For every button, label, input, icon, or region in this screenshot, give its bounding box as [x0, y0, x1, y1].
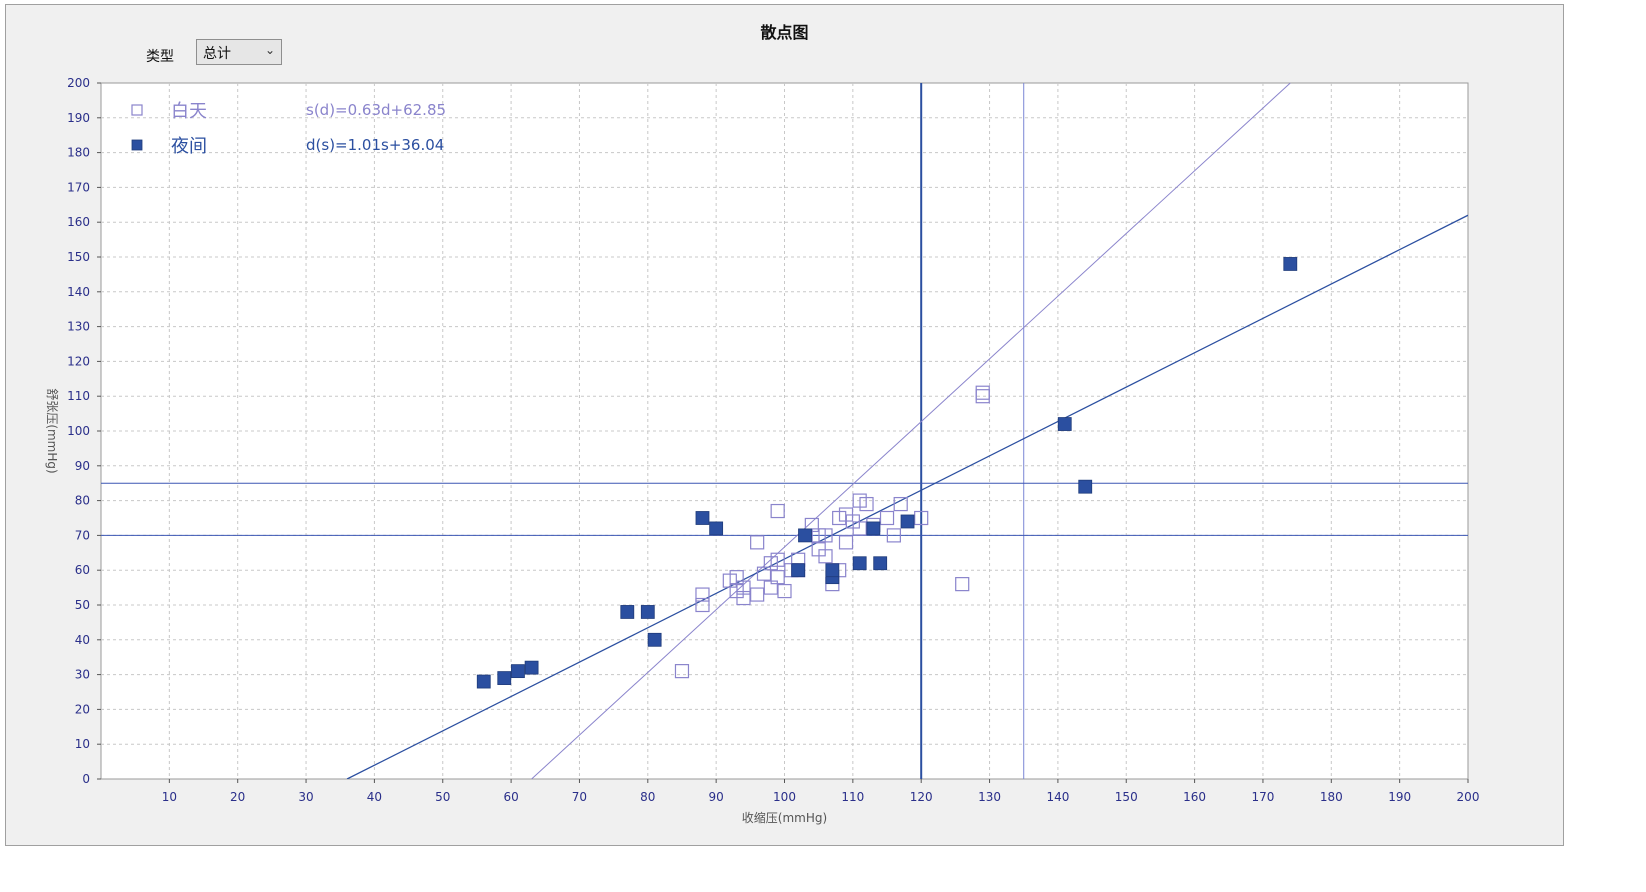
- y-tick-label: 150: [67, 250, 90, 264]
- data-point-night: [1078, 479, 1093, 494]
- y-tick-label: 20: [75, 702, 90, 716]
- x-tick-label: 140: [1046, 790, 1069, 804]
- data-point-night: [791, 563, 806, 578]
- y-tick-label: 10: [75, 737, 90, 751]
- y-tick-label: 70: [75, 528, 90, 542]
- x-axis-label: 收缩压(mmHg): [742, 810, 827, 825]
- y-tick-label: 110: [67, 389, 90, 403]
- legend-equation: d(s)=1.01s+36.04: [306, 136, 444, 154]
- y-tick-label: 100: [67, 424, 90, 438]
- data-point-night: [798, 528, 812, 543]
- y-tick-label: 200: [67, 76, 90, 90]
- data-point-night: [695, 511, 710, 525]
- x-tick-label: 110: [841, 790, 864, 804]
- x-tick-label: 100: [773, 790, 796, 804]
- data-point-night: [647, 632, 662, 647]
- y-tick-label: 40: [75, 633, 90, 647]
- x-tick-label: 80: [640, 790, 655, 804]
- x-tick-label: 150: [1115, 790, 1138, 804]
- x-tick-label: 10: [162, 790, 177, 804]
- x-tick-label: 90: [709, 790, 724, 804]
- x-tick-label: 180: [1320, 790, 1343, 804]
- y-tick-label: 190: [67, 111, 90, 125]
- data-point-night: [524, 660, 539, 675]
- data-point-night: [497, 671, 512, 685]
- scatter-window: 散点图 类型 总计 ⌄ 10 20 30 40 50 60 70 80 90 100 110 120 1…: [5, 4, 1564, 846]
- x-tick-label: 60: [503, 790, 518, 804]
- x-tick-label: 30: [298, 790, 313, 804]
- data-point-night: [825, 563, 840, 578]
- data-point-night: [873, 556, 888, 571]
- y-tick-label: 140: [67, 285, 90, 299]
- x-tick-label: 160: [1183, 790, 1206, 804]
- data-point-night: [1057, 417, 1072, 431]
- legend-series-name: 夜间: [171, 136, 207, 157]
- y-tick-label: 180: [67, 146, 90, 160]
- y-tick-label: 30: [75, 668, 90, 682]
- data-point-night: [852, 556, 867, 571]
- data-point-night: [1283, 257, 1298, 271]
- legend-equation: s(d)=0.63d+62.85: [306, 101, 446, 119]
- y-tick-label: 130: [67, 320, 90, 334]
- x-tick-label: 50: [435, 790, 450, 804]
- data-point-night: [900, 514, 915, 529]
- x-tick-label: 40: [367, 790, 382, 804]
- y-tick-label: 120: [67, 354, 90, 368]
- data-point-night: [476, 674, 491, 689]
- data-point-night: [709, 521, 724, 536]
- x-tick-label: 120: [910, 790, 933, 804]
- x-tick-label: 20: [230, 790, 245, 804]
- data-point-night: [866, 521, 881, 536]
- x-tick-label: 170: [1251, 790, 1274, 804]
- y-tick-label: 160: [67, 215, 90, 229]
- data-point-night: [620, 605, 635, 619]
- legend-series-name: 白天: [171, 101, 207, 122]
- y-tick-label: 0: [82, 772, 90, 786]
- x-tick-label: 130: [978, 790, 1001, 804]
- data-point-night: [640, 605, 655, 619]
- x-tick-label: 190: [1388, 790, 1411, 804]
- y-tick-label: 60: [75, 563, 90, 577]
- data-point-night: [511, 664, 525, 679]
- y-axis-label: 舒张压(mmHg): [45, 388, 59, 473]
- y-tick-label: 90: [75, 459, 90, 473]
- x-tick-label: 70: [572, 790, 587, 804]
- y-tick-label: 50: [75, 598, 90, 612]
- y-tick-label: 170: [67, 180, 90, 194]
- y-tick-label: 80: [75, 494, 90, 508]
- scatter-chart: 10 20 30 40 50 60 70 80 90 100 110 120 130 140 150 160 1…: [45, 76, 1480, 825]
- x-tick-label: 200: [1457, 790, 1480, 804]
- legend-marker-night: [131, 139, 143, 151]
